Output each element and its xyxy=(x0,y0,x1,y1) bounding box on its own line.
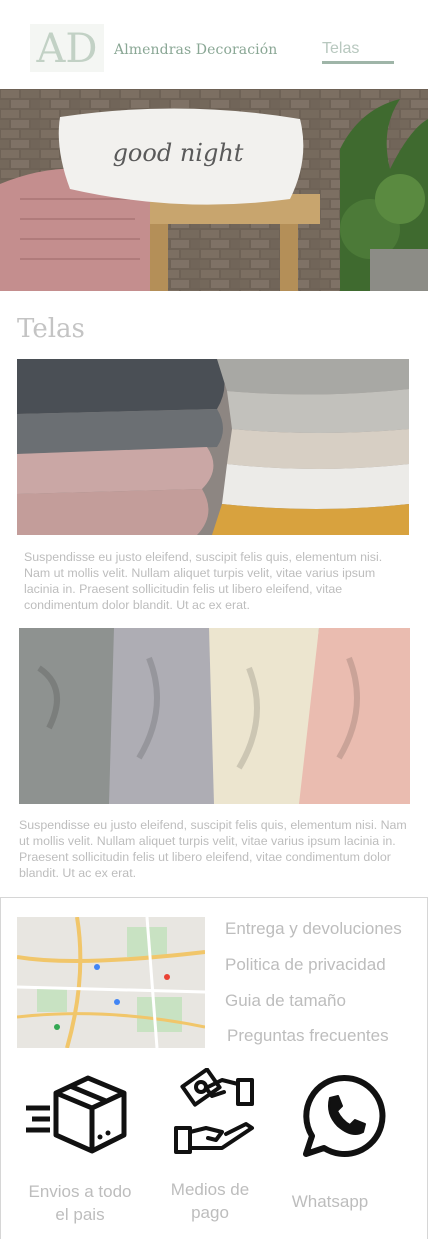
nav-active-underline xyxy=(322,61,394,64)
logo[interactable]: AD xyxy=(30,24,104,72)
logo-text: AD xyxy=(36,26,98,72)
footer-link-faq[interactable]: Preguntas frecuentes xyxy=(227,1026,389,1046)
footer-link-privacy-policy[interactable]: Politica de privacidad xyxy=(225,955,386,975)
whatsapp-label[interactable]: Whatsapp xyxy=(270,1190,390,1213)
fabric-description-2: Suspendisse eu justo eleifend, suscipit … xyxy=(19,818,407,880)
footer-link-size-guide[interactable]: Guia de tamaño xyxy=(225,991,346,1011)
folded-fabrics-image xyxy=(17,359,409,535)
pillow-text: good night xyxy=(113,139,244,167)
footer-link-delivery-returns[interactable]: Entrega y devoluciones xyxy=(225,919,402,939)
fabric-description-1: Suspendisse eu justo eleifend, suscipit … xyxy=(24,550,383,612)
header: AD Almendras Decoración Telas xyxy=(0,0,428,89)
payment-hand-icon xyxy=(172,1067,258,1154)
fabric-swatches-image xyxy=(19,628,410,804)
payment-methods-label: Medios de pago xyxy=(170,1180,250,1222)
shipping-label: Envios a todo el pais xyxy=(28,1182,132,1224)
whatsapp-icon[interactable] xyxy=(300,1072,388,1160)
delivery-box-icon xyxy=(26,1073,128,1155)
page-title: Telas xyxy=(17,314,85,344)
nav-link-telas[interactable]: Telas xyxy=(322,40,394,58)
location-map[interactable] xyxy=(17,917,205,1048)
brand-name: Almendras Decoración xyxy=(114,42,278,58)
hero-image: good night xyxy=(0,89,428,291)
